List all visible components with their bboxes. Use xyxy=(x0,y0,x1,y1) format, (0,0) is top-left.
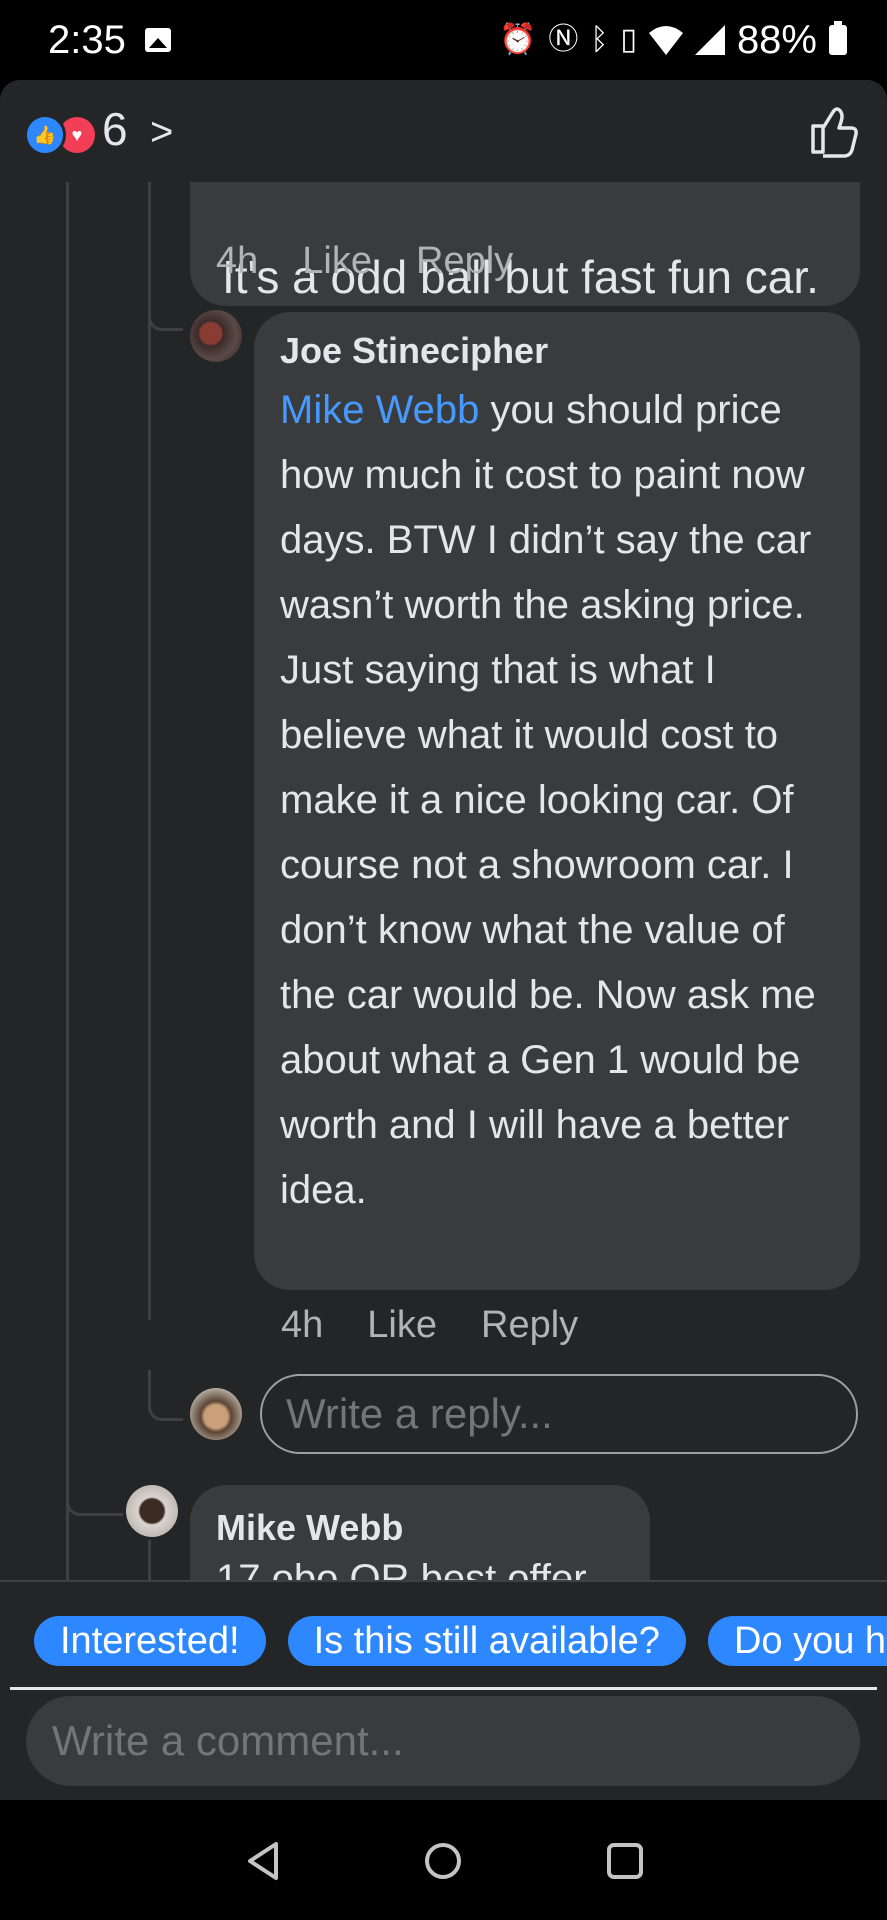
reaction-count[interactable]: 6 xyxy=(102,102,128,156)
reply-link[interactable]: Reply xyxy=(481,1304,578,1347)
thread-line-inner xyxy=(148,182,151,1320)
comment-input[interactable] xyxy=(26,1696,860,1786)
comment-author[interactable]: Mike Webb xyxy=(216,1507,403,1549)
quick-replies-bar: Interested! Is this still available? Do … xyxy=(0,1580,887,1690)
nfc-icon: Ⓝ xyxy=(548,23,579,56)
thread-branch xyxy=(148,292,183,331)
navigation-bar xyxy=(0,1800,887,1920)
thread-branch xyxy=(66,1465,123,1516)
wifi-icon xyxy=(648,26,683,55)
avatar[interactable] xyxy=(126,1485,178,1537)
status-time: 2:35 xyxy=(48,18,126,62)
comment-time: 4h xyxy=(216,240,259,282)
like-link[interactable]: Like xyxy=(302,240,372,283)
comment-time: 4h xyxy=(281,1304,324,1346)
like-post-button[interactable] xyxy=(805,102,861,158)
comment-bubble: Joe Stinecipher Mike Webb you should pri… xyxy=(254,312,860,1290)
reply-link[interactable]: Reply xyxy=(416,240,513,283)
comment-text: 17 obo OR best offer xyxy=(216,1557,587,1580)
mention-link[interactable]: Mike Webb xyxy=(280,388,479,432)
home-icon[interactable] xyxy=(416,1834,470,1888)
thread-line-outer xyxy=(66,182,69,1580)
vibrate-icon: ▯ xyxy=(620,23,637,56)
back-icon[interactable] xyxy=(236,1834,290,1888)
comment-composer xyxy=(0,1690,887,1800)
signal-icon xyxy=(694,25,725,55)
thread-branch xyxy=(148,1370,183,1421)
recents-icon[interactable] xyxy=(598,1834,652,1888)
comments-panel: 👍 ♥ 6 > It's a odd ball but fast fun car… xyxy=(0,80,887,1580)
comment-bubble: Mike Webb 17 obo OR best offer xyxy=(190,1485,650,1580)
status-icons: ⏰ Ⓝ ᛒ ▯ 88% xyxy=(499,17,847,62)
bluetooth-icon: ᛒ xyxy=(590,23,609,56)
quick-reply-chip[interactable]: Interested! xyxy=(34,1616,266,1666)
like-link[interactable]: Like xyxy=(367,1304,437,1347)
avatar xyxy=(190,1388,242,1440)
avatar[interactable] xyxy=(190,310,242,362)
thread-line-reply xyxy=(148,1540,151,1580)
quick-reply-chip[interactable]: Do you have xyxy=(707,1616,887,1666)
like-reaction-icon: 👍 xyxy=(24,114,66,156)
reactions-header: 👍 ♥ 6 > xyxy=(0,80,887,182)
comment-actions: 4h Like Reply xyxy=(281,1304,578,1347)
reply-input[interactable] xyxy=(260,1374,858,1454)
battery-percent: 88% xyxy=(736,17,817,62)
gallery-icon xyxy=(145,28,171,52)
alarm-icon: ⏰ xyxy=(499,23,537,56)
battery-icon xyxy=(829,21,847,55)
previous-comment-actions: 4h Like Reply xyxy=(216,240,513,283)
comment-author[interactable]: Joe Stinecipher xyxy=(280,330,548,372)
comment-text: Mike Webb you should price how much it c… xyxy=(280,378,842,1223)
quick-reply-chip[interactable]: Is this still available? xyxy=(287,1616,686,1666)
comment-body: you should price how much it cost to pai… xyxy=(280,388,816,1212)
status-bar: 2:35 ⏰ Ⓝ ᛒ ▯ 88% xyxy=(0,0,887,80)
chevron-right-icon[interactable]: > xyxy=(150,110,173,155)
quick-replies: Interested! Is this still available? Do … xyxy=(34,1616,887,1666)
